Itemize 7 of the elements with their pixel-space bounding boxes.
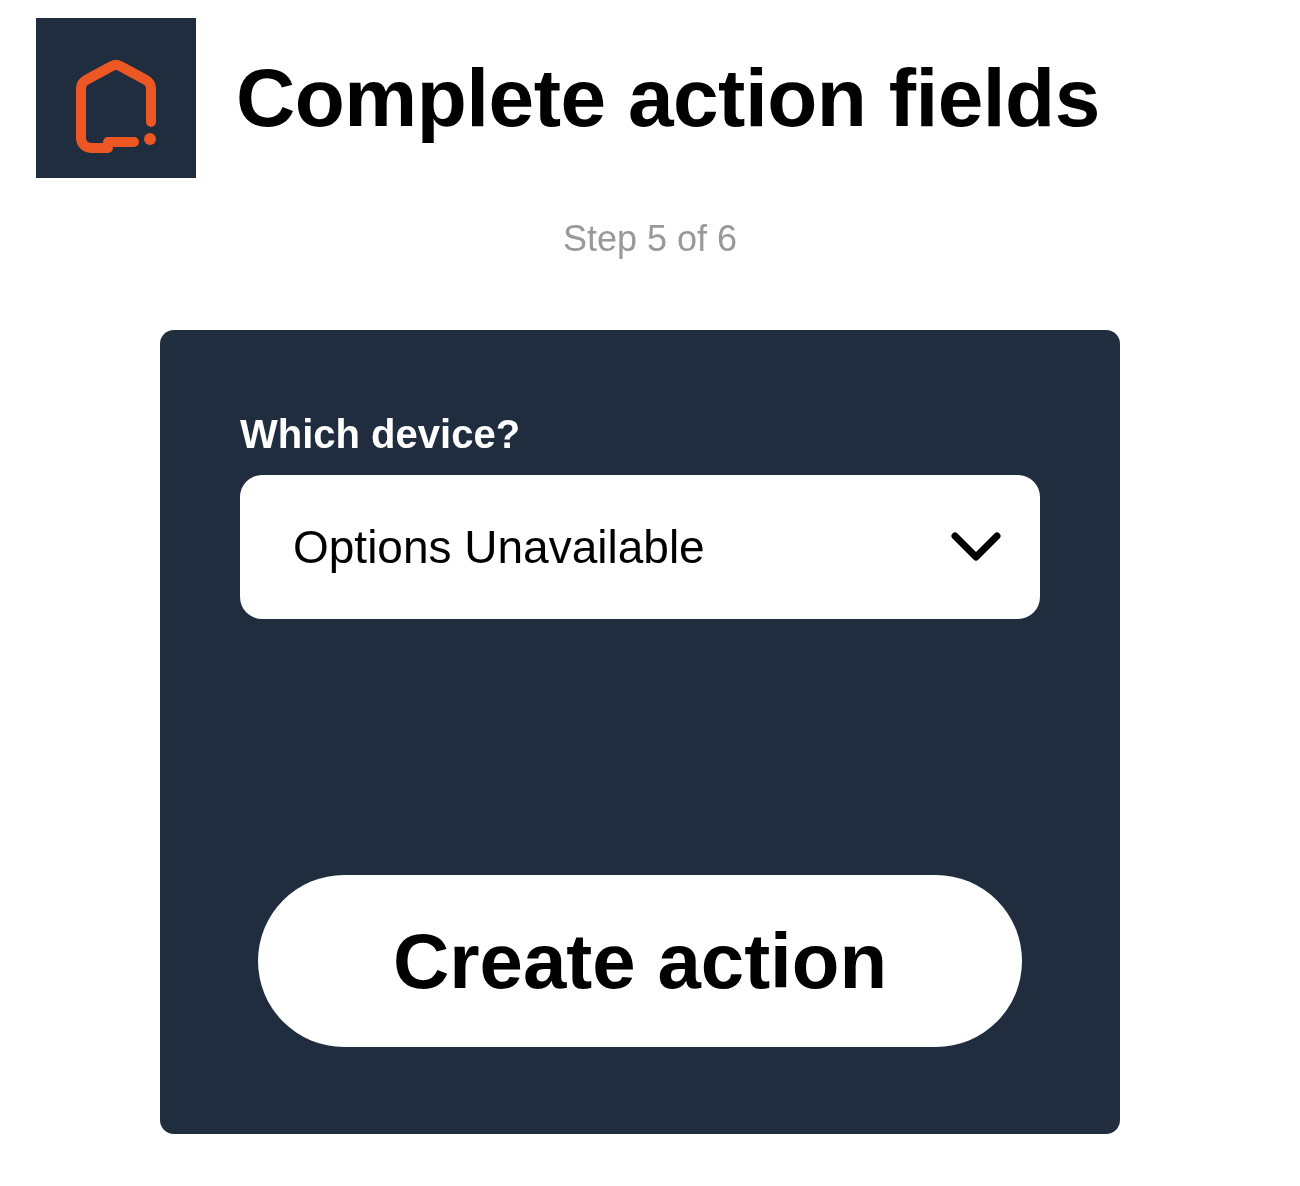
step-indicator: Step 5 of 6: [562, 218, 738, 260]
field-label: Which device?: [240, 412, 521, 457]
device-dropdown[interactable]: Options Unavailable: [240, 475, 1040, 619]
page-title: Complete action fields: [236, 51, 1100, 145]
chevron-down-icon: [950, 530, 1002, 564]
house-logo-icon: [36, 18, 196, 178]
create-action-button[interactable]: Create action: [258, 875, 1022, 1047]
